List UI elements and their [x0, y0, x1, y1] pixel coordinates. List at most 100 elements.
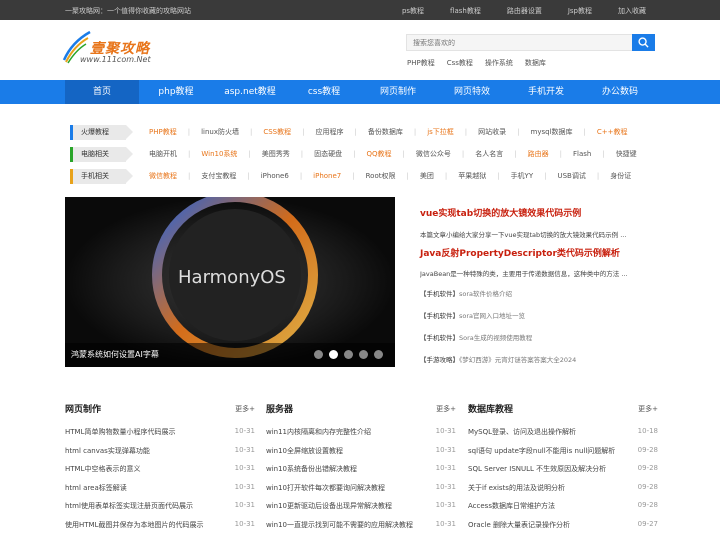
category-item[interactable]: QQ教程 |: [356, 149, 405, 159]
list-item[interactable]: 【手机软件】sora官网入口地址一览: [420, 310, 576, 332]
list-item[interactable]: html area标签解读 10-31: [65, 474, 255, 493]
list-item[interactable]: html canvas实现弹幕功能 10-31: [65, 437, 255, 456]
article-date: 09-27: [637, 519, 658, 528]
nav-mobile[interactable]: 手机开发: [509, 80, 583, 104]
nav-php[interactable]: php教程: [139, 80, 213, 104]
list-item[interactable]: 使用HTML截图并保存为本地图片的代码展示 10-31: [65, 511, 255, 530]
category-item[interactable]: 路由器 |: [517, 149, 562, 159]
list-item[interactable]: HTML简单购物数量小程序代码展示 10-31: [65, 418, 255, 437]
category-item[interactable]: 电脑开机 |: [138, 149, 190, 159]
column-title: 网页制作: [65, 405, 102, 415]
list-item[interactable]: HTML中空格表示的意义 10-31: [65, 455, 255, 474]
category-item[interactable]: Flash |: [562, 150, 605, 158]
list-item[interactable]: win10全屏缩放设置教程 10-31: [266, 437, 456, 456]
category-item[interactable]: 微信教程 |: [138, 171, 190, 181]
nav-office[interactable]: 办公数码: [583, 80, 657, 104]
top-link-flash[interactable]: flash教程: [450, 6, 481, 16]
article-title: HTML简单购物数量小程序代码展示: [65, 428, 176, 436]
top-link-jsp[interactable]: Jsp教程: [568, 6, 592, 16]
category-item[interactable]: 名人名言 |: [464, 149, 516, 159]
top-link-router[interactable]: 路由器设置: [507, 6, 542, 16]
article-title: sql语句 update字段null不能用is null问题解析: [468, 446, 616, 455]
list-item[interactable]: Access数据库日常维护方法 09-28: [468, 492, 658, 511]
category-row: 手机相关 微信教程 | 支付宝教程 | iPhone6 | iPhone7 | Root权限 | 美团…: [70, 165, 660, 187]
more-link[interactable]: 更多+: [638, 404, 658, 414]
image-slider[interactable]: HarmonyOS 鸿蒙系统如何设置AI字幕: [65, 197, 395, 367]
headline-title[interactable]: Java反射PropertyDescriptor类代码示例解析: [420, 246, 620, 259]
category-item[interactable]: linux防火墙 |: [190, 127, 252, 137]
slider-dot[interactable]: [344, 350, 353, 359]
list-item[interactable]: html使用表单标签实现注册页面代码展示 10-31: [65, 492, 255, 511]
list-item[interactable]: Oracle 删除大量表记录操作分析 09-27: [468, 511, 658, 530]
column-server: 服务器 更多+ win11内核隔离和内存完整性介绍 10-31 win10全屏缩放设置教…: [266, 402, 456, 529]
nav-webdesign[interactable]: 网页制作: [361, 80, 435, 104]
hot-keyword-os[interactable]: 操作系统: [485, 58, 513, 68]
logo-url: www.111com.Net: [80, 55, 151, 64]
list-item[interactable]: 【手机软件】Sora生成的视频使用教程: [420, 332, 576, 354]
list-item[interactable]: win11内核隔离和内存完整性介绍 10-31: [266, 418, 456, 437]
category-label: 火爆教程: [70, 124, 133, 140]
category-item[interactable]: 美团 |: [409, 171, 447, 181]
list-item[interactable]: sql语句 update字段null不能用is null问题解析 09-28: [468, 437, 658, 456]
nav-aspnet[interactable]: asp.net教程: [213, 80, 287, 104]
top-link-favorite[interactable]: 加入收藏: [618, 6, 646, 16]
list-item[interactable]: 【手游攻略】《梦幻西游》元宵灯谜答案答案大全2024: [420, 354, 576, 376]
top-link-ps[interactable]: ps教程: [402, 6, 424, 16]
category-item[interactable]: 美图秀秀 |: [251, 149, 303, 159]
list-item[interactable]: 关于if exists的用法及说明分析 09-28: [468, 474, 658, 493]
category-item[interactable]: USB调试 |: [546, 171, 599, 181]
hot-keyword-database[interactable]: 数据库: [525, 58, 546, 68]
list-item[interactable]: MySQL登录、访问及退出操作解析 10-18: [468, 418, 658, 437]
category-item[interactable]: 支付宝教程 |: [190, 171, 249, 181]
list-item[interactable]: 【手机软件】sora软件价格介绍: [420, 288, 576, 310]
column-header: 服务器 更多+: [266, 402, 456, 418]
category-item[interactable]: Root权限 |: [355, 171, 409, 181]
list-item[interactable]: win10一直提示找到可能不需要的应用解决教程 10-31: [266, 511, 456, 530]
category-item[interactable]: 身份证: [599, 171, 642, 181]
category-item[interactable]: 手机YY |: [500, 171, 547, 181]
category-item[interactable]: 快捷键: [605, 149, 648, 159]
category-item[interactable]: 备份数据库 |: [357, 127, 416, 137]
site-logo[interactable]: 壹聚攻略 www.111com.Net: [62, 28, 162, 68]
search-button[interactable]: [632, 34, 655, 51]
nav-home[interactable]: 首页: [65, 80, 139, 104]
headline-title[interactable]: vue实现tab切换的放大镜效果代码示例: [420, 206, 581, 219]
article-title: win10更新驱动后设备出现异常解决教程: [266, 502, 393, 510]
nav-css[interactable]: css教程: [287, 80, 361, 104]
top-links: ps教程 flash教程 路由器设置 Jsp教程 加入收藏: [376, 6, 646, 16]
slider-dot[interactable]: [314, 350, 323, 359]
category-item[interactable]: CSS教程 |: [252, 127, 304, 137]
category-item[interactable]: Win10系统 |: [190, 149, 250, 159]
list-item[interactable]: win10打开软件每次都要询问解决教程 10-31: [266, 474, 456, 493]
slider-dot[interactable]: [359, 350, 368, 359]
category-item[interactable]: 应用程序 |: [304, 127, 356, 137]
slider-dot[interactable]: [329, 350, 338, 359]
article-title: MySQL登录、访问及退出操作解析: [468, 428, 577, 436]
category-item[interactable]: C++教程: [586, 127, 639, 137]
category-item[interactable]: iPhone6 |: [250, 172, 302, 180]
category-item[interactable]: 苹果越狱 |: [447, 171, 499, 181]
category-item[interactable]: 固态硬盘 |: [303, 149, 355, 159]
article-title: html使用表单标签实现注册页面代码展示: [65, 502, 193, 510]
article-date: 10-31: [435, 482, 456, 491]
list-item[interactable]: win10更新驱动后设备出现异常解决教程 10-31: [266, 492, 456, 511]
headline-summary: 本篇文章小编给大家分享一下vue实现tab切换的放大镜效果代码示例 ...: [420, 231, 627, 239]
list-item[interactable]: SQL Server ISNULL 不生效原因及解决分析 09-28: [468, 455, 658, 474]
search-input[interactable]: [406, 34, 633, 51]
article-date: 09-28: [637, 482, 658, 491]
article-title: win10一直提示找到可能不需要的应用解决教程: [266, 520, 414, 529]
category-item[interactable]: mysql数据库 |: [520, 127, 586, 137]
hot-keyword-css[interactable]: Css教程: [447, 58, 473, 68]
hot-keyword-php[interactable]: PHP教程: [407, 58, 435, 68]
category-item[interactable]: js下拉框 |: [416, 127, 467, 137]
more-link[interactable]: 更多+: [436, 404, 456, 414]
slider-dot[interactable]: [374, 350, 383, 359]
category-item[interactable]: 微信公众号 |: [405, 149, 464, 159]
category-item[interactable]: iPhone7 |: [302, 172, 354, 180]
category-item[interactable]: PHP教程 |: [138, 127, 190, 137]
search-box: [406, 34, 655, 51]
category-item[interactable]: 网站收录 |: [467, 127, 519, 137]
more-link[interactable]: 更多+: [235, 404, 255, 414]
list-item[interactable]: win10系统备份出错解决教程 10-31: [266, 455, 456, 474]
nav-webeffects[interactable]: 网页特效: [435, 80, 509, 104]
